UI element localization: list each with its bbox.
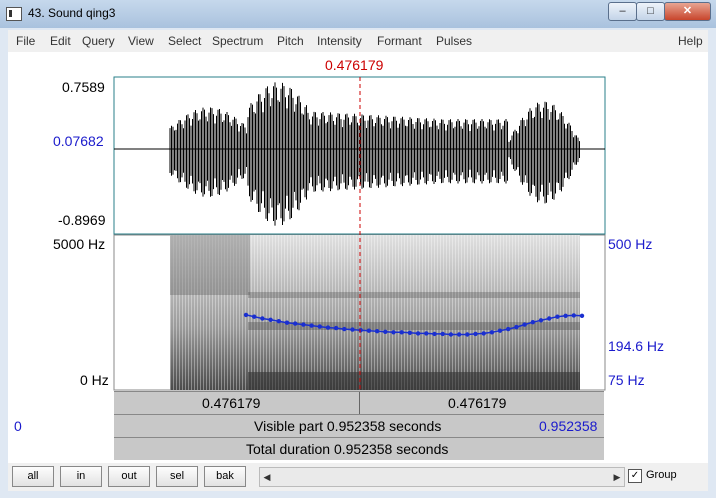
pitch-point (448, 332, 454, 337)
pitch-point (465, 332, 470, 337)
scroll-left-icon[interactable]: ◀ (260, 468, 274, 486)
zoom-back-button[interactable]: bak (204, 466, 246, 487)
horizontal-scrollbar[interactable]: ◀ ▶ (259, 467, 625, 487)
pitch-point (530, 320, 535, 325)
group-label: Group (646, 469, 677, 481)
pitch-point (317, 324, 322, 329)
praat-app-icon (6, 7, 22, 21)
zoom-selection-button[interactable]: sel (156, 466, 198, 487)
menu-query[interactable]: Query (82, 34, 115, 48)
pitch-point (284, 320, 290, 325)
pitch-point (514, 324, 519, 330)
scroll-right-icon[interactable]: ▶ (610, 468, 624, 486)
pitch-point (350, 327, 355, 332)
pitch-point (293, 321, 298, 326)
praat-sound-window: 43. Sound qing3 – □ ✕ File Edit Query Vi… (0, 0, 716, 498)
menu-pulses[interactable]: Pulses (436, 34, 472, 48)
menu-file[interactable]: File (16, 34, 35, 48)
pitch-point (481, 331, 486, 336)
spectrogram-image (170, 235, 580, 390)
pitch-point (342, 326, 347, 332)
pitch-point (374, 329, 380, 334)
visible-part-bar[interactable]: 0 Visible part 0.952358 seconds 0.952358 (14, 414, 604, 437)
visible-part-label[interactable]: Visible part 0.952358 seconds (254, 418, 441, 434)
pitch-point (268, 317, 273, 322)
bottom-toolbar: all in out sel bak ◀ ▶ ✓ Group (8, 463, 708, 491)
pitch-point (432, 331, 437, 337)
pitch-point (415, 331, 421, 336)
menu-spectrum[interactable]: Spectrum (212, 34, 263, 48)
pitch-point (440, 331, 445, 337)
menu-select[interactable]: Select (168, 34, 201, 48)
menu-pitch[interactable]: Pitch (277, 34, 304, 48)
pitch-point (276, 319, 281, 324)
pitch-point (243, 312, 249, 318)
visible-start: 0 (14, 418, 22, 434)
pitch-point (325, 325, 331, 330)
pitch-point (497, 328, 503, 333)
editor-area: 0.476179 0.7589 0.07682 -0.8969 5000 Hz … (8, 52, 708, 463)
total-duration-label[interactable]: Total duration 0.952358 seconds (246, 441, 448, 457)
menu-view[interactable]: View (128, 34, 154, 48)
pitch-point (383, 329, 388, 334)
menu-help[interactable]: Help (678, 34, 703, 48)
pitch-point (538, 318, 544, 323)
close-button[interactable]: ✕ (664, 2, 711, 21)
pitch-point (407, 330, 413, 335)
pitch-point (522, 322, 527, 327)
pitch-point (358, 328, 363, 333)
time-bar-left[interactable]: 0.476179 (202, 395, 260, 411)
pitch-point (555, 314, 560, 319)
time-bar-right[interactable]: 0.476179 (448, 395, 506, 411)
zoom-in-button[interactable]: in (60, 466, 102, 487)
pitch-point (571, 313, 576, 318)
group-checkbox[interactable]: ✓ (628, 469, 642, 483)
pitch-point (547, 316, 552, 321)
pitch-point (301, 322, 306, 327)
menu-formant[interactable]: Formant (377, 34, 422, 48)
pitch-point (563, 313, 568, 318)
pitch-point (424, 331, 429, 336)
pitch-point (309, 323, 314, 328)
pitch-point (399, 330, 404, 335)
pitch-point (391, 330, 396, 335)
total-duration-bar[interactable]: Total duration 0.952358 seconds (114, 437, 604, 460)
menu-edit[interactable]: Edit (50, 34, 71, 48)
menu-intensity[interactable]: Intensity (317, 34, 362, 48)
window-title: 43. Sound qing3 (28, 6, 116, 20)
pitch-point (506, 326, 511, 332)
zoom-out-button[interactable]: out (108, 466, 150, 487)
pitch-point (456, 332, 462, 337)
menu-bar: File Edit Query View Select Spectrum Pit… (8, 30, 708, 53)
pitch-point (260, 316, 265, 321)
pitch-point (366, 328, 372, 333)
pitch-point (489, 330, 495, 335)
pitch-point (252, 314, 257, 319)
pitch-point (579, 313, 585, 318)
time-bar[interactable]: 0.476179 0.476179 (114, 391, 604, 414)
title-bar[interactable]: 43. Sound qing3 – □ ✕ (0, 0, 716, 28)
zoom-all-button[interactable]: all (12, 466, 54, 487)
maximize-button[interactable]: □ (636, 2, 665, 21)
visible-end: 0.952358 (539, 418, 598, 434)
pitch-point (333, 325, 339, 331)
minimize-button[interactable]: – (608, 2, 637, 21)
pitch-point (473, 331, 478, 337)
